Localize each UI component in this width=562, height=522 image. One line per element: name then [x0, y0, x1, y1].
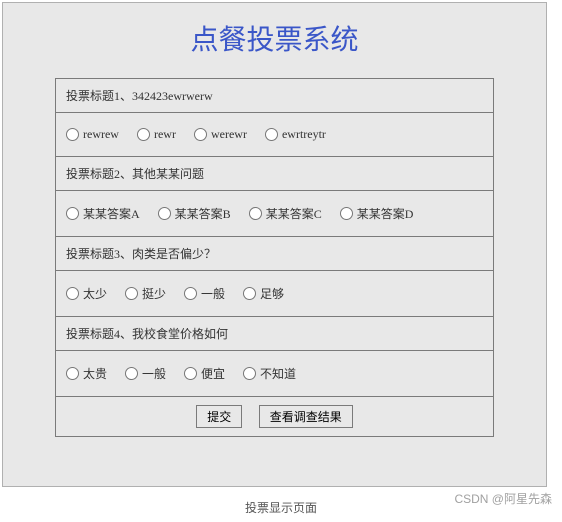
- option-item[interactable]: 一般: [125, 365, 166, 382]
- radio-input[interactable]: [137, 128, 150, 141]
- option-label: 某某答案B: [175, 205, 231, 222]
- option-label: 某某答案D: [357, 205, 414, 222]
- button-row: 提交 查看调查结果: [56, 397, 493, 436]
- page-title: 点餐投票系统: [3, 3, 546, 78]
- radio-input[interactable]: [243, 287, 256, 300]
- option-item[interactable]: 某某答案D: [340, 205, 414, 222]
- question-label-3: 投票标题3、肉类是否偏少？: [56, 237, 493, 271]
- option-label: werewr: [211, 127, 247, 142]
- radio-input[interactable]: [184, 287, 197, 300]
- option-item[interactable]: 某某答案C: [249, 205, 322, 222]
- question-label-1: 投票标题1、342423ewrwerw: [56, 79, 493, 113]
- option-item[interactable]: 太贵: [66, 365, 107, 382]
- option-item[interactable]: 便宜: [184, 365, 225, 382]
- option-label: 太贵: [83, 365, 107, 382]
- option-label: ewrtreytr: [282, 127, 326, 142]
- option-item[interactable]: werewr: [194, 127, 247, 142]
- main-panel: 点餐投票系统 投票标题1、342423ewrwerw rewrew rewr w…: [2, 2, 547, 487]
- radio-input[interactable]: [194, 128, 207, 141]
- option-item[interactable]: 某某答案A: [66, 205, 140, 222]
- option-label: 太少: [83, 285, 107, 302]
- watermark: CSDN @阿星先森: [454, 490, 552, 507]
- option-item[interactable]: 挺少: [125, 285, 166, 302]
- option-label: 便宜: [201, 365, 225, 382]
- option-label: 某某答案A: [83, 205, 140, 222]
- option-label: 不知道: [260, 365, 296, 382]
- option-item[interactable]: ewrtreytr: [265, 127, 326, 142]
- question-label-2: 投票标题2、其他某某问题: [56, 157, 493, 191]
- radio-input[interactable]: [125, 367, 138, 380]
- option-label: 足够: [260, 285, 284, 302]
- option-label: rewr: [154, 127, 176, 142]
- option-item[interactable]: 不知道: [243, 365, 296, 382]
- radio-input[interactable]: [66, 287, 79, 300]
- radio-input[interactable]: [125, 287, 138, 300]
- option-item[interactable]: 一般: [184, 285, 225, 302]
- radio-input[interactable]: [158, 207, 171, 220]
- option-item[interactable]: 足够: [243, 285, 284, 302]
- question-label-4: 投票标题4、我校食堂价格如何: [56, 317, 493, 351]
- option-item[interactable]: 太少: [66, 285, 107, 302]
- radio-input[interactable]: [66, 367, 79, 380]
- radio-input[interactable]: [265, 128, 278, 141]
- radio-input[interactable]: [66, 128, 79, 141]
- radio-input[interactable]: [184, 367, 197, 380]
- option-item[interactable]: rewrew: [66, 127, 119, 142]
- radio-input[interactable]: [66, 207, 79, 220]
- view-results-button[interactable]: 查看调查结果: [259, 405, 353, 428]
- radio-input[interactable]: [340, 207, 353, 220]
- option-label: 挺少: [142, 285, 166, 302]
- option-label: 一般: [201, 285, 225, 302]
- option-label: 一般: [142, 365, 166, 382]
- vote-form: 投票标题1、342423ewrwerw rewrew rewr werewr e…: [55, 78, 494, 437]
- submit-button[interactable]: 提交: [196, 405, 242, 428]
- radio-input[interactable]: [243, 367, 256, 380]
- options-row-3: 太少 挺少 一般 足够: [56, 271, 493, 317]
- option-item[interactable]: 某某答案B: [158, 205, 231, 222]
- options-row-2: 某某答案A 某某答案B 某某答案C 某某答案D: [56, 191, 493, 237]
- option-label: rewrew: [83, 127, 119, 142]
- option-item[interactable]: rewr: [137, 127, 176, 142]
- option-label: 某某答案C: [266, 205, 322, 222]
- radio-input[interactable]: [249, 207, 262, 220]
- options-row-1: rewrew rewr werewr ewrtreytr: [56, 113, 493, 157]
- options-row-4: 太贵 一般 便宜 不知道: [56, 351, 493, 397]
